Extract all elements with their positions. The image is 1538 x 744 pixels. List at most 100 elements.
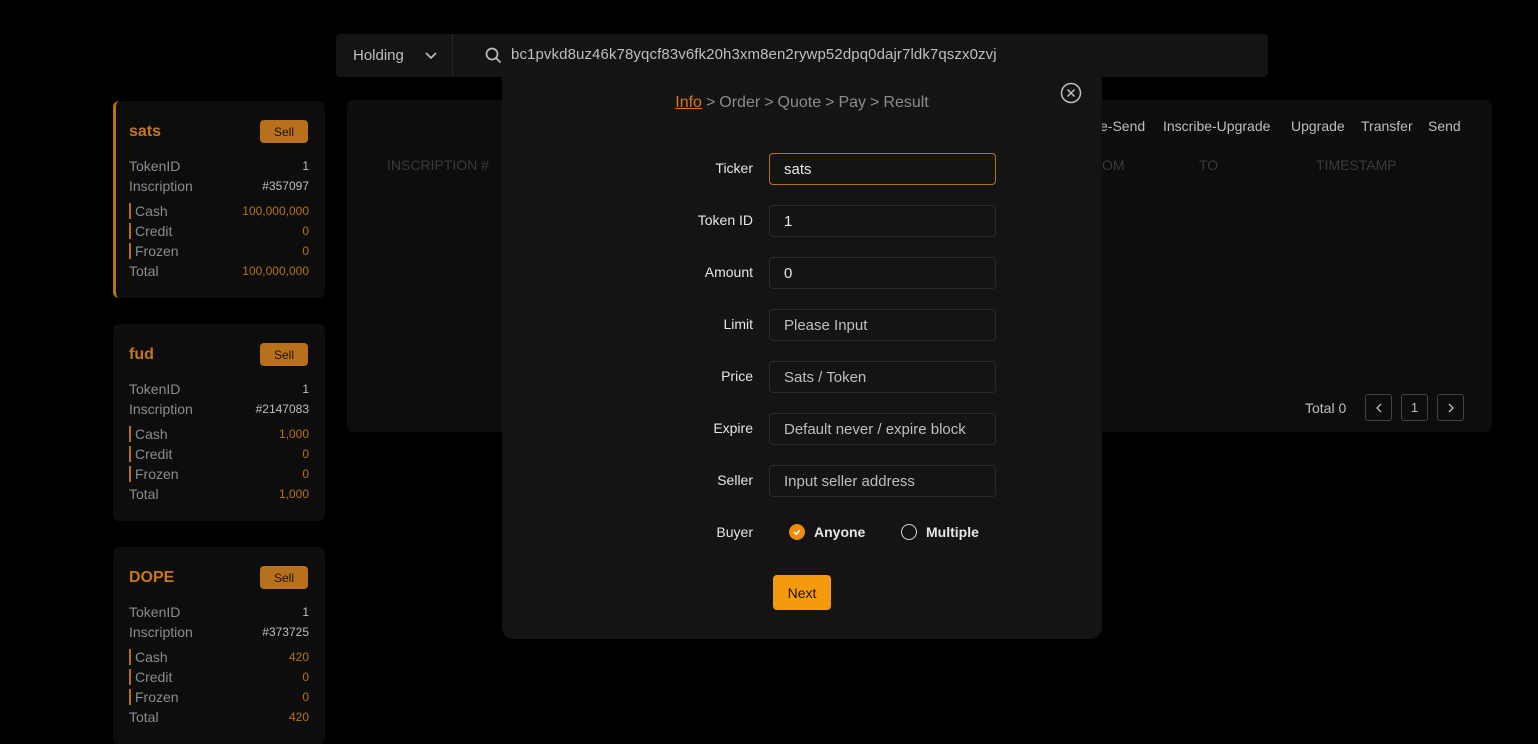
- prev-page-button[interactable]: [1365, 394, 1392, 421]
- buyer-option-label: Anyone: [814, 524, 866, 540]
- cash-value: 1,000: [278, 427, 309, 441]
- column-header-from: OM: [1102, 157, 1125, 173]
- frozen-label: Frozen: [129, 243, 179, 259]
- inscription-label: Inscription: [129, 401, 193, 417]
- sell-button[interactable]: Sell: [260, 343, 308, 366]
- expire-field[interactable]: [769, 413, 996, 445]
- token-name: fud: [129, 346, 154, 363]
- token-id-field[interactable]: [769, 205, 996, 237]
- holding-select[interactable]: Holding: [336, 34, 453, 77]
- ticker-label: Ticker: [715, 160, 753, 176]
- token-id-value: 1: [302, 159, 309, 173]
- step-separator: >: [764, 94, 774, 111]
- step-result: Result: [883, 94, 929, 111]
- tab-transfer[interactable]: Transfer: [1361, 118, 1413, 134]
- credit-label: Credit: [129, 223, 172, 239]
- inscription-value: #357097: [262, 179, 309, 193]
- frozen-row: Frozen 0: [129, 688, 309, 706]
- step-separator: >: [825, 94, 835, 111]
- credit-label: Credit: [129, 446, 172, 462]
- page-number-button[interactable]: 1: [1401, 394, 1428, 421]
- column-header-inscription: INSCRIPTION #: [387, 157, 489, 173]
- buyer-label: Buyer: [716, 524, 753, 540]
- token-id-row: TokenID 1: [129, 157, 309, 175]
- column-header-to: TO: [1199, 157, 1219, 173]
- ticker-field[interactable]: [769, 153, 996, 185]
- step-info[interactable]: Info: [675, 94, 702, 111]
- buyer-option-label: Multiple: [926, 524, 979, 540]
- sell-button[interactable]: Sell: [260, 566, 308, 589]
- cash-row: Cash 100,000,000: [129, 202, 309, 220]
- credit-row: Credit 0: [129, 668, 309, 686]
- cash-label: Cash: [129, 426, 168, 442]
- credit-value: 0: [302, 224, 309, 238]
- step-pay: Pay: [838, 94, 867, 111]
- inscription-label: Inscription: [129, 624, 193, 640]
- step-order: Order: [719, 94, 761, 111]
- chevron-left-icon: [1375, 403, 1381, 412]
- total-count: Total 0: [1305, 400, 1347, 416]
- expire-label: Expire: [713, 420, 753, 436]
- token-card-sats[interactable]: sats Sell TokenID 1 Inscription #357097 Ca…: [113, 101, 325, 298]
- total-row: Total 100,000,000: [129, 262, 309, 280]
- credit-row: Credit 0: [129, 445, 309, 463]
- buyer-radio-anyone[interactable]: Anyone: [789, 524, 865, 540]
- tab-inscribe-upgrade[interactable]: Inscribe-Upgrade: [1163, 118, 1270, 134]
- tab-upgrade[interactable]: Upgrade: [1291, 118, 1345, 134]
- total-row: Total 420: [129, 708, 309, 726]
- frozen-value: 0: [302, 467, 309, 481]
- step-quote: Quote: [777, 94, 822, 111]
- credit-value: 0: [302, 447, 309, 461]
- token-card-fud[interactable]: fud Sell TokenID 1 Inscription #2147083 Ca…: [113, 324, 325, 521]
- inscription-row: Inscription #373725: [129, 623, 309, 641]
- tab-inscribe-send[interactable]: e-Send: [1100, 118, 1145, 134]
- inscription-row: Inscription #2147083: [129, 400, 309, 418]
- sell-order-modal: Info>Order>Quote>Pay>Result Ticker Token…: [502, 64, 1102, 639]
- token-id-label: TokenID: [129, 158, 181, 174]
- search-icon: [485, 47, 502, 64]
- frozen-label: Frozen: [129, 466, 179, 482]
- frozen-value: 0: [302, 690, 309, 704]
- cash-label: Cash: [129, 203, 168, 219]
- cash-row: Cash 420: [129, 648, 309, 666]
- step-separator: >: [705, 94, 716, 111]
- chevron-down-icon: [425, 52, 437, 60]
- address-search-input[interactable]: bc1pvkd8uz46k78yqcf83v6fk20h3xm8en2rywp5…: [511, 46, 997, 63]
- cash-label: Cash: [129, 649, 168, 665]
- total-value: 100,000,000: [242, 264, 309, 278]
- seller-field[interactable]: [769, 465, 996, 497]
- next-page-button[interactable]: [1437, 394, 1464, 421]
- total-row: Total 1,000: [129, 485, 309, 503]
- sell-button[interactable]: Sell: [260, 120, 308, 143]
- inscription-value: #373725: [262, 625, 309, 639]
- radio-checked-icon: [789, 524, 805, 540]
- token-id-row: TokenID 1: [129, 603, 309, 621]
- inscription-value: #2147083: [255, 402, 309, 416]
- chevron-right-icon: [1448, 403, 1454, 412]
- token-id-row: TokenID 1: [129, 380, 309, 398]
- buyer-radio-multiple[interactable]: Multiple: [901, 524, 979, 540]
- limit-label: Limit: [723, 316, 753, 332]
- limit-field[interactable]: [769, 309, 996, 341]
- token-id-label: TokenID: [129, 604, 181, 620]
- credit-value: 0: [302, 670, 309, 684]
- token-id-label: Token ID: [697, 212, 753, 228]
- cash-row: Cash 1,000: [129, 425, 309, 443]
- frozen-label: Frozen: [129, 689, 179, 705]
- inscription-label: Inscription: [129, 178, 193, 194]
- seller-label: Seller: [717, 472, 753, 488]
- price-field[interactable]: [769, 361, 996, 393]
- step-separator: >: [870, 94, 880, 111]
- tab-send[interactable]: Send: [1428, 118, 1461, 134]
- price-label: Price: [721, 368, 753, 384]
- cash-value: 100,000,000: [242, 204, 309, 218]
- token-card-dope[interactable]: DOPE Sell TokenID 1 Inscription #373725 Ca…: [113, 547, 325, 744]
- token-id-value: 1: [302, 382, 309, 396]
- credit-row: Credit 0: [129, 222, 309, 240]
- cash-value: 420: [288, 650, 309, 664]
- frozen-value: 0: [302, 244, 309, 258]
- next-button[interactable]: Next: [773, 575, 831, 610]
- amount-field[interactable]: [769, 257, 996, 289]
- total-value: 1,000: [278, 487, 309, 501]
- frozen-row: Frozen 0: [129, 465, 309, 483]
